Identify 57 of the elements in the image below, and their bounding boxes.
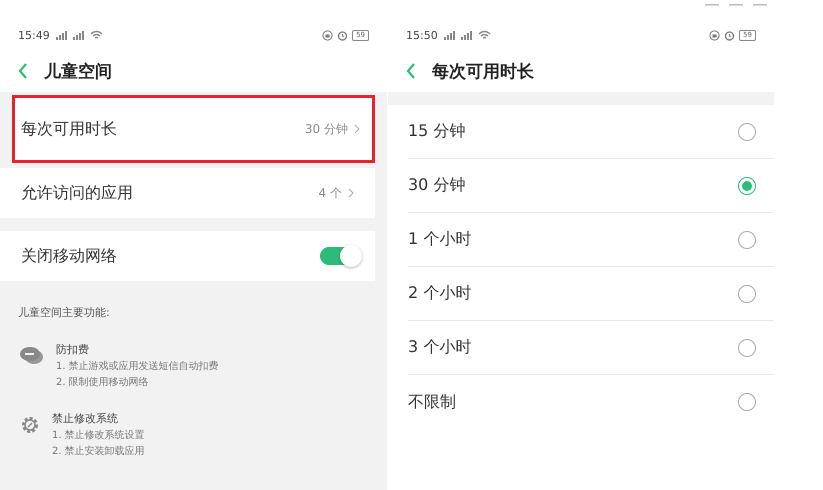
highlighted-setting-row[interactable]: 每次可用时长 30 分钟 xyxy=(12,95,375,163)
back-icon[interactable] xyxy=(18,63,28,79)
radio-button[interactable] xyxy=(738,122,756,140)
feature-description: 1. 禁止游戏或应用发送短信自动扣费 xyxy=(56,360,219,373)
alarm-icon xyxy=(337,30,348,40)
chevron-icon xyxy=(348,188,354,198)
setting-value: 30 分钟 xyxy=(304,120,348,138)
dash-icon xyxy=(753,4,767,6)
feature-description: 1. 禁止修改系统设置 xyxy=(52,428,145,442)
lock-icon xyxy=(322,30,334,40)
option-label: 3 个小时 xyxy=(408,337,472,358)
setting-label: 允许访问的应用 xyxy=(21,182,134,204)
option-label: 2 个小时 xyxy=(408,283,472,304)
setting-label: 关闭移动网络 xyxy=(21,246,118,266)
duration-option[interactable]: 2 个小时 xyxy=(408,267,774,321)
option-label: 不限制 xyxy=(408,392,457,412)
status-time: 15:49 xyxy=(18,28,50,42)
feature-description: 2. 禁止安装卸载应用 xyxy=(52,444,145,458)
duration-option[interactable]: 1 个小时 xyxy=(408,213,774,267)
gear-icon xyxy=(20,415,40,435)
dash-icon xyxy=(705,4,719,6)
radio-button[interactable] xyxy=(738,176,756,194)
duration-option[interactable]: 不限制 xyxy=(408,375,774,429)
wifi-icon xyxy=(478,30,491,40)
radio-button[interactable] xyxy=(738,284,756,302)
radio-button[interactable] xyxy=(738,338,756,356)
option-label: 1 个小时 xyxy=(408,229,472,250)
back-icon[interactable] xyxy=(406,63,416,79)
feature-title: 防扣费 xyxy=(56,342,90,357)
page-title: 每次可用时长 xyxy=(432,60,534,82)
status-time: 15:50 xyxy=(406,28,438,42)
toggle-switch[interactable] xyxy=(320,247,360,265)
duration-option[interactable]: 3 个小时 xyxy=(408,321,774,375)
lock-icon xyxy=(709,30,720,40)
chat-icon xyxy=(20,346,44,366)
option-label: 30 分钟 xyxy=(408,175,466,196)
duration-option[interactable]: 15 分钟 xyxy=(408,105,774,159)
section-heading: 儿童空间主要功能: xyxy=(18,305,111,320)
radio-button[interactable] xyxy=(738,393,756,411)
signal-icon xyxy=(56,30,69,40)
setting-row[interactable]: 关闭移动网络 xyxy=(0,231,375,281)
signal-icon xyxy=(72,30,86,40)
alarm-icon xyxy=(724,30,736,40)
chevron-icon xyxy=(354,124,360,134)
wifi-icon xyxy=(90,30,103,40)
signal-icon xyxy=(460,30,474,40)
duration-option[interactable]: 30 分钟 xyxy=(408,159,774,213)
page-title: 儿童空间 xyxy=(44,60,112,82)
feature-title: 禁止修改系统 xyxy=(52,411,119,426)
option-label: 15 分钟 xyxy=(408,121,466,142)
setting-row[interactable]: 允许访问的应用 4 个 xyxy=(0,168,375,218)
setting-label: 每次可用时长 xyxy=(21,118,118,140)
setting-value: 4 个 xyxy=(318,184,342,202)
radio-button[interactable] xyxy=(738,230,756,248)
feature-description: 2. 限制使用移动网络 xyxy=(56,376,150,389)
dash-icon xyxy=(729,4,743,6)
signal-icon xyxy=(444,30,457,40)
